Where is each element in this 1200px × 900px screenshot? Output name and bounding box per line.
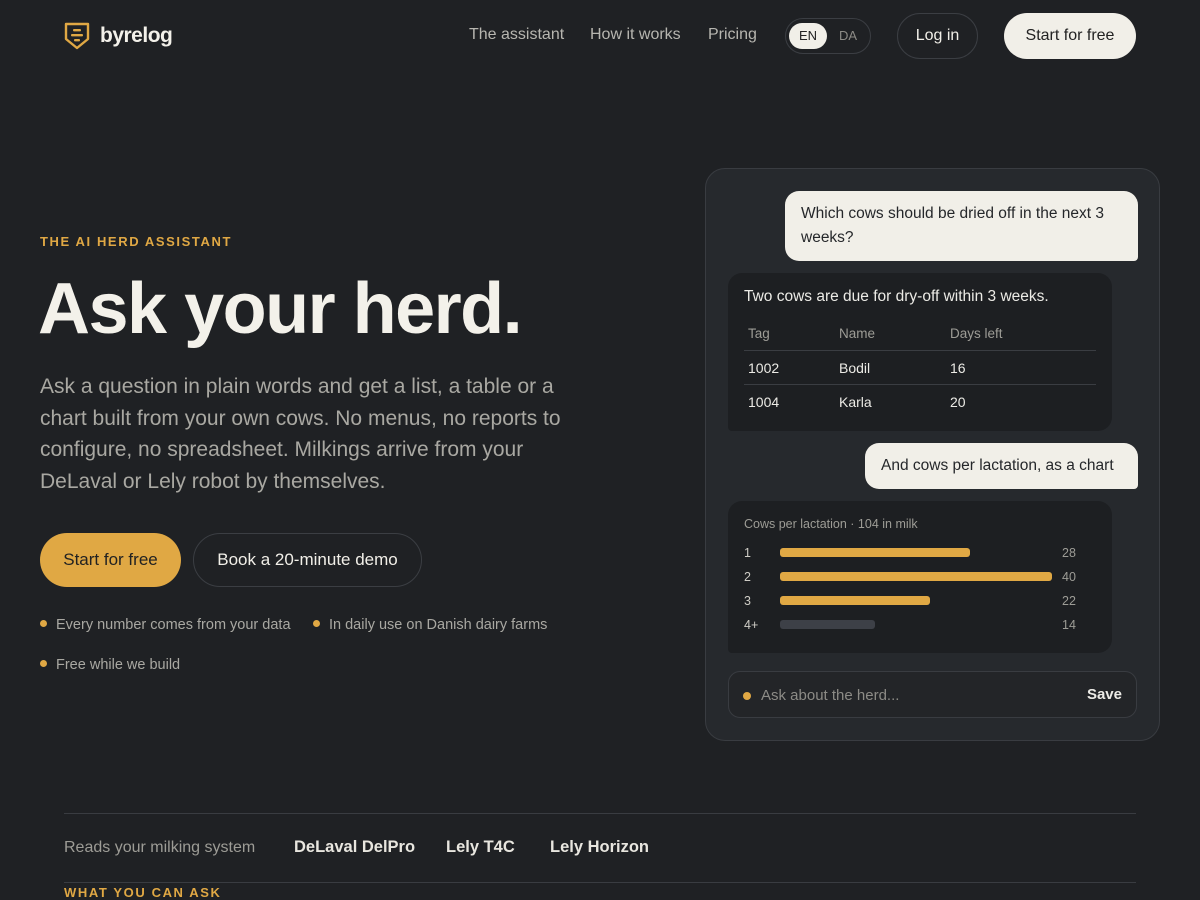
chart-category-label: 3 [744, 594, 751, 608]
bullet-dot-icon [40, 660, 47, 667]
table-header-days-left: Days left [950, 326, 1003, 341]
table-cell-tag: 1002 [748, 360, 780, 376]
feature-text: Free while we build [56, 657, 181, 673]
user-message-text: And cows per lactation, as a chart [881, 457, 1114, 474]
hero-title: Ask your herd. [38, 269, 523, 349]
section-eyebrow: WHAT YOU CAN ASK [64, 885, 222, 900]
chart-value-label: 28 [1062, 546, 1076, 560]
user-message: Which cows should be dried off in the ne… [785, 191, 1138, 261]
table-cell-tag: 1004 [748, 394, 780, 410]
table-cell-name: Karla [839, 394, 872, 410]
status-dot-icon [743, 692, 751, 700]
integration-lely-horizon: Lely Horizon [550, 838, 650, 856]
assistant-message-text: Two cows are due for dry-off within 3 we… [744, 288, 1049, 305]
chat-input-box: Save [728, 671, 1137, 718]
user-message: And cows per lactation, as a chart [865, 443, 1138, 489]
login-button[interactable]: Log in [897, 13, 978, 59]
nav-link-assistant[interactable]: The assistant [469, 26, 564, 44]
table-divider [744, 384, 1096, 385]
site-header: byrelog The assistant How it works Prici… [0, 0, 1200, 72]
table-divider [744, 350, 1096, 351]
book-demo-button[interactable]: Book a 20-minute demo [193, 533, 422, 587]
integration-delaval-delpro: DeLaval DelPro [294, 838, 416, 856]
feature-text: In daily use on Danish dairy farms [329, 617, 548, 633]
chart-category-label: 2 [744, 570, 751, 584]
save-button[interactable]: Save [1087, 686, 1122, 703]
start-free-button[interactable]: Start for free [40, 533, 181, 587]
integration-lely-t4c: Lely T4C [446, 838, 515, 856]
brand-name: byrelog [100, 24, 173, 47]
logo-mark-icon [64, 22, 90, 50]
table-header-name: Name [839, 326, 876, 341]
table-cell-days-left: 20 [950, 394, 966, 410]
feature-item: Free while we build [40, 657, 180, 673]
nav-link-how-it-works[interactable]: How it works [590, 26, 681, 44]
nav-link-pricing[interactable]: Pricing [708, 26, 757, 44]
table-cell-days-left: 16 [950, 360, 966, 376]
integrations-label: Reads your milking system [64, 839, 256, 856]
chart-title: Cows per lactation · 104 in milk [744, 517, 918, 531]
table-cell-name: Bodil [839, 360, 871, 376]
table-header-tag: Tag [748, 326, 770, 341]
assistant-message: Two cows are due for dry-off within 3 we… [728, 273, 1112, 431]
chat-panel: Which cows should be dried off in the ne… [705, 168, 1160, 741]
feature-text: Every number comes from your data [56, 617, 291, 633]
section-divider [64, 882, 1136, 883]
logo[interactable]: byrelog [64, 22, 173, 50]
section-divider [64, 813, 1136, 814]
bullet-dot-icon [40, 620, 47, 627]
bullet-dot-icon [313, 620, 320, 627]
user-message-text: Which cows should be dried off in the ne… [801, 205, 1104, 246]
language-switch: EN DA [785, 18, 871, 54]
lang-option-da[interactable]: DA [829, 23, 867, 49]
feature-item: In daily use on Danish dairy farms [313, 617, 547, 633]
chart-bar [780, 572, 1052, 581]
chart-value-label: 22 [1062, 594, 1076, 608]
hero-description: Ask a question in plain words and get a … [40, 375, 561, 493]
chart-bar [780, 620, 875, 629]
ask-input[interactable] [761, 684, 1061, 706]
chart-category-label: 4+ [744, 618, 759, 632]
header-start-button[interactable]: Start for free [1004, 13, 1136, 59]
chart-category-label: 1 [744, 546, 751, 560]
chart-value-label: 14 [1062, 618, 1076, 632]
hero-eyebrow: THE AI HERD ASSISTANT [40, 234, 233, 249]
chart-bar [780, 596, 930, 605]
chart-value-label: 40 [1062, 570, 1076, 584]
feature-item: Every number comes from your data [40, 617, 291, 633]
chart-bar [780, 548, 970, 557]
assistant-chart-message: Cows per lactation · 104 in milk 1 28 2 40 3… [728, 501, 1112, 653]
lang-option-en[interactable]: EN [789, 23, 827, 49]
